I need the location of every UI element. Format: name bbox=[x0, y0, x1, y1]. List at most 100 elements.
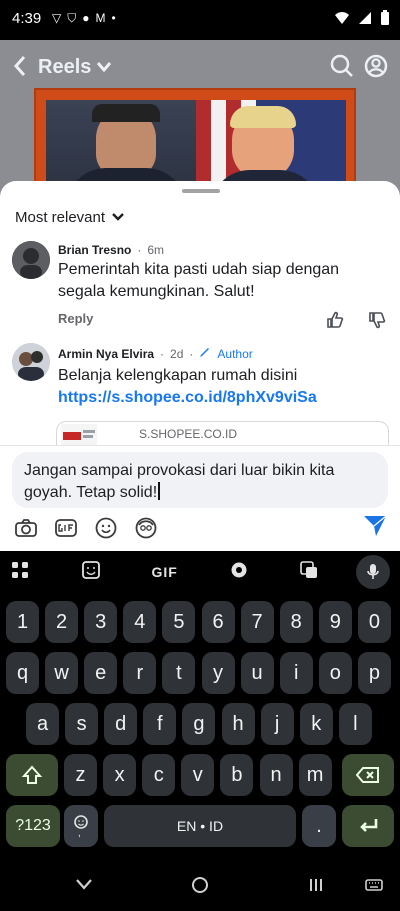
nav-home-icon[interactable] bbox=[190, 875, 210, 895]
letter-key[interactable]: f bbox=[143, 703, 177, 745]
keyboard-row-3: zxcvbnm bbox=[0, 754, 400, 806]
comment-author[interactable]: Armin Nya Elvira bbox=[58, 347, 154, 361]
battery-icon bbox=[380, 10, 390, 31]
letter-key[interactable]: l bbox=[338, 703, 372, 745]
profile-icon[interactable] bbox=[364, 54, 388, 83]
emoji-icon[interactable] bbox=[94, 516, 118, 540]
number-key[interactable]: 7 bbox=[240, 601, 274, 643]
letter-key[interactable]: h bbox=[221, 703, 255, 745]
avatar[interactable] bbox=[12, 343, 50, 381]
letter-key[interactable]: i bbox=[279, 652, 313, 694]
letter-key[interactable]: v bbox=[181, 754, 215, 796]
back-chevron-icon[interactable] bbox=[12, 55, 28, 82]
space-key[interactable]: EN • ID bbox=[104, 805, 296, 847]
number-key[interactable]: 2 bbox=[45, 601, 79, 643]
letter-key[interactable]: j bbox=[260, 703, 294, 745]
letter-key[interactable]: d bbox=[104, 703, 138, 745]
search-icon[interactable] bbox=[330, 54, 354, 83]
letter-key[interactable]: z bbox=[64, 754, 97, 796]
reels-header: Reels bbox=[0, 50, 400, 86]
number-key[interactable]: 6 bbox=[201, 601, 235, 643]
comment-time: 6m bbox=[147, 243, 165, 257]
letter-key[interactable]: s bbox=[65, 703, 99, 745]
comment-input[interactable]: Jangan sampai provokasi dari luar bikin … bbox=[12, 452, 388, 508]
send-icon[interactable] bbox=[362, 512, 388, 538]
thumb-down-icon[interactable] bbox=[368, 311, 386, 329]
on-screen-keyboard: GIF 1234567890 qwertyuiop asdfghjkl zxcv… bbox=[0, 551, 400, 861]
number-key[interactable]: 3 bbox=[84, 601, 118, 643]
avatar[interactable] bbox=[12, 241, 50, 279]
comment-time: 2d bbox=[170, 347, 184, 361]
settings-gear-icon[interactable] bbox=[229, 560, 249, 585]
letter-key[interactable]: t bbox=[162, 652, 196, 694]
letter-key[interactable]: p bbox=[357, 652, 391, 694]
letter-key[interactable]: r bbox=[123, 652, 157, 694]
comments-sheet: Most relevant Brian Tresno · 6m Pemerint… bbox=[0, 181, 400, 446]
thumb-up-icon[interactable] bbox=[326, 311, 344, 329]
dot-icon: • bbox=[111, 11, 116, 25]
letter-key[interactable]: m bbox=[298, 754, 332, 796]
letter-key[interactable]: a bbox=[26, 703, 59, 745]
comment-author[interactable]: Brian Tresno bbox=[58, 243, 131, 257]
letter-key[interactable]: o bbox=[318, 652, 352, 694]
comment-composer: Jangan sampai provokasi dari luar bikin … bbox=[0, 445, 400, 551]
emoji-key[interactable]: , bbox=[64, 805, 98, 847]
letter-key[interactable]: u bbox=[240, 652, 274, 694]
status-time: 4:39 bbox=[12, 10, 42, 27]
period-key[interactable]: . bbox=[302, 805, 336, 847]
wifi-icon bbox=[334, 11, 350, 30]
number-key[interactable]: 4 bbox=[123, 601, 157, 643]
letter-key[interactable]: w bbox=[45, 652, 79, 694]
sheet-handle[interactable] bbox=[182, 189, 220, 193]
letter-key[interactable]: g bbox=[182, 703, 216, 745]
avatar-sticker-icon[interactable] bbox=[134, 516, 158, 540]
number-key[interactable]: 1 bbox=[6, 601, 39, 643]
letter-key[interactable]: k bbox=[299, 703, 333, 745]
gif-label[interactable]: GIF bbox=[151, 564, 177, 580]
comment-item: Brian Tresno · 6m Pemerintah kita pasti … bbox=[0, 239, 400, 329]
link-preview-domain: S.SHOPEE.CO.ID bbox=[139, 427, 238, 441]
signal-icon bbox=[358, 11, 372, 30]
letter-key[interactable]: c bbox=[142, 754, 176, 796]
number-key[interactable]: 5 bbox=[162, 601, 196, 643]
sticker-icon[interactable] bbox=[81, 560, 101, 585]
number-key[interactable]: 9 bbox=[318, 601, 352, 643]
number-key[interactable]: 0 bbox=[357, 601, 391, 643]
mic-dot-icon: ● bbox=[82, 11, 90, 25]
reels-title[interactable]: Reels bbox=[38, 56, 91, 79]
letter-key[interactable]: x bbox=[103, 754, 137, 796]
apps-grid-icon[interactable] bbox=[10, 560, 30, 585]
sort-dropdown[interactable]: Most relevant bbox=[15, 209, 125, 226]
comment-input-text: Jangan sampai provokasi dari luar bikin … bbox=[24, 462, 335, 501]
keyboard-row-2: asdfghjkl bbox=[0, 703, 400, 755]
text-cursor bbox=[158, 482, 160, 500]
letter-key[interactable]: n bbox=[259, 754, 293, 796]
camera-icon[interactable] bbox=[14, 516, 38, 540]
reply-button[interactable]: Reply bbox=[58, 311, 93, 326]
link-preview-card[interactable]: S.SHOPEE.CO.ID bbox=[56, 421, 389, 446]
symbols-key[interactable]: ?123 bbox=[6, 805, 60, 847]
backspace-key[interactable] bbox=[342, 754, 394, 796]
shield-icon: ⛉ bbox=[67, 11, 77, 25]
letter-key[interactable]: e bbox=[84, 652, 118, 694]
translate-icon[interactable] bbox=[299, 560, 319, 585]
letter-key[interactable]: q bbox=[6, 652, 39, 694]
reels-dropdown-chevron-icon[interactable] bbox=[96, 60, 112, 78]
enter-key[interactable] bbox=[342, 805, 394, 847]
keyboard-row-1: qwertyuiop bbox=[0, 652, 400, 704]
status-icons-left: ▽ ⛉ ● M • bbox=[52, 11, 116, 26]
nav-back-chevron-icon[interactable] bbox=[74, 875, 94, 895]
system-navigation-bar bbox=[0, 861, 400, 911]
reels-background: Reels bbox=[0, 40, 400, 210]
gif-icon[interactable] bbox=[54, 516, 78, 540]
comment-dot: · bbox=[160, 347, 165, 361]
number-key[interactable]: 8 bbox=[279, 601, 313, 643]
nav-recents-icon[interactable] bbox=[306, 875, 326, 895]
mic-icon[interactable] bbox=[356, 555, 390, 589]
comment-link[interactable]: https://s.shopee.co.id/8phXv9viSa bbox=[58, 387, 390, 409]
shift-key[interactable] bbox=[6, 754, 58, 796]
letter-key[interactable]: y bbox=[201, 652, 235, 694]
letter-key[interactable]: b bbox=[220, 754, 254, 796]
sort-label: Most relevant bbox=[15, 209, 106, 226]
nav-keyboard-icon[interactable] bbox=[364, 875, 384, 895]
